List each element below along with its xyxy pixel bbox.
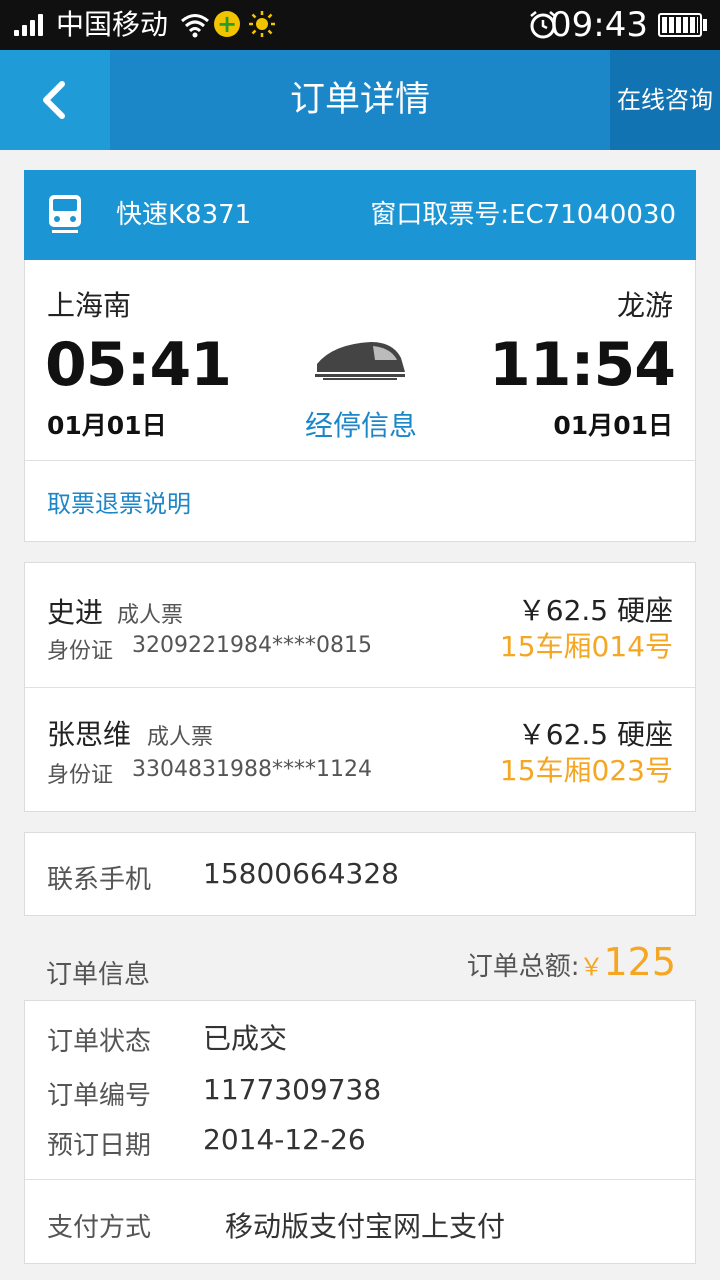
ticket-type: 成人票 bbox=[117, 603, 184, 628]
carrier-name: 中国移动 bbox=[56, 8, 169, 41]
contact-card: 联系手机 15800664328 bbox=[24, 832, 696, 916]
ticket-rules-link[interactable]: 取票退票说明 bbox=[47, 484, 191, 519]
departure-station: 上海南 bbox=[47, 289, 132, 322]
id-number: 3304831988****1124 bbox=[132, 757, 372, 782]
online-consult-button[interactable]: 在线咨询 bbox=[610, 50, 720, 150]
order-number: 1177309738 bbox=[203, 1073, 382, 1106]
payment-method: 移动版支付宝网上支付 bbox=[225, 1210, 506, 1243]
passenger-row: 张思维 成人票 身份证 3304831988****1124 ￥62.5 硬座 … bbox=[25, 687, 695, 811]
payment-method-label: 支付方式 bbox=[47, 1213, 152, 1243]
order-status: 已成交 bbox=[203, 1022, 288, 1055]
train-number: 快速K8371 bbox=[116, 200, 252, 230]
back-chevron-icon bbox=[43, 81, 65, 119]
order-total: 订单总额:￥125 bbox=[467, 940, 676, 984]
passenger-row: 史进 成人票 身份证 3209221984****0815 ￥62.5 硬座 1… bbox=[25, 563, 695, 687]
order-date-label: 预订日期 bbox=[47, 1131, 152, 1161]
journey-card: 上海南 05:41 01月01日 经停信息 龙游 11:54 01月01日 取票… bbox=[24, 260, 696, 542]
passenger-name: 史进 bbox=[47, 596, 104, 629]
page-title: 订单详情 bbox=[289, 80, 430, 120]
departure-time: 05:41 bbox=[45, 330, 232, 400]
ticket-type: 成人票 bbox=[147, 725, 214, 750]
order-date: 2014-12-26 bbox=[203, 1123, 366, 1156]
id-number: 3209221984****0815 bbox=[132, 633, 372, 658]
order-total-amount: 125 bbox=[603, 940, 676, 984]
order-info-card: 订单状态 已成交 订单编号 1177309738 预订日期 2014-12-26… bbox=[24, 1000, 696, 1264]
seat-number: 15车厢023号 bbox=[499, 754, 673, 787]
id-label: 身份证 bbox=[47, 639, 114, 664]
clock-time: 09:43 bbox=[550, 5, 648, 45]
pickup-number: 窗口取票号:EC71040030 bbox=[370, 200, 676, 230]
order-status-label: 订单状态 bbox=[47, 1027, 152, 1057]
train-banner: 快速K8371 窗口取票号:EC71040030 bbox=[24, 170, 696, 260]
passenger-list: 史进 成人票 身份证 3209221984****0815 ￥62.5 硬座 1… bbox=[24, 562, 696, 812]
arrival-date: 01月01日 bbox=[553, 411, 673, 440]
sun-icon bbox=[249, 11, 275, 37]
arrival-station: 龙游 bbox=[616, 289, 673, 322]
currency-symbol: ￥ bbox=[579, 953, 604, 981]
order-number-label: 订单编号 bbox=[47, 1081, 152, 1111]
order-total-label: 订单总额: bbox=[466, 952, 580, 982]
contact-phone: 15800664328 bbox=[203, 857, 399, 890]
seat-number: 15车厢014号 bbox=[499, 630, 673, 663]
status-bar: 中国移动 + 09:43 bbox=[0, 0, 720, 50]
plus-app-icon: + bbox=[214, 11, 240, 37]
order-info-title: 订单信息 bbox=[46, 960, 151, 990]
wifi-icon bbox=[181, 14, 209, 38]
passenger-name: 张思维 bbox=[47, 718, 132, 751]
signal-icon bbox=[12, 0, 48, 50]
train-icon bbox=[49, 195, 81, 233]
contact-phone-label: 联系手机 bbox=[47, 865, 152, 895]
ticket-price: ￥62.5 硬座 bbox=[517, 718, 673, 751]
ticket-price: ￥62.5 硬座 bbox=[517, 594, 673, 627]
back-button[interactable] bbox=[0, 50, 110, 150]
battery-icon bbox=[658, 13, 702, 37]
id-label: 身份证 bbox=[47, 763, 114, 788]
train-front-icon bbox=[315, 342, 405, 380]
arrival-time: 11:54 bbox=[489, 330, 676, 400]
